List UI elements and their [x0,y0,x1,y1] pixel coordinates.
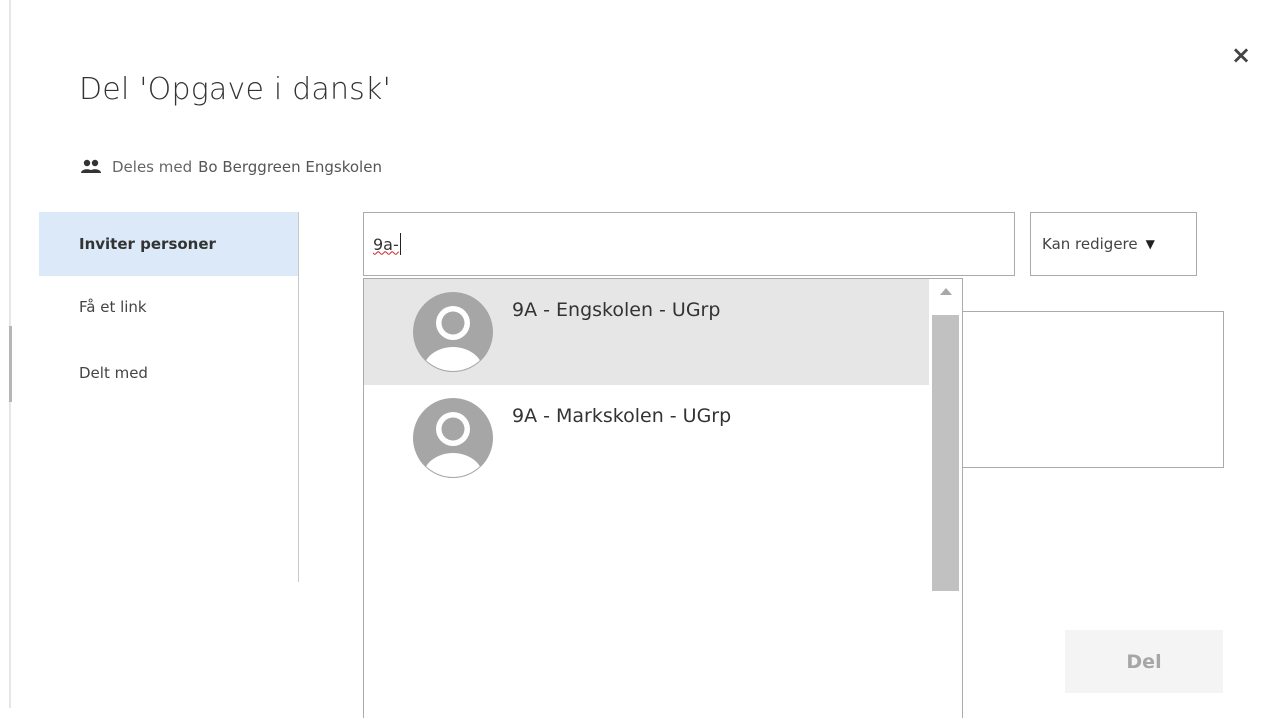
suggestion-item[interactable]: 9A - Markskolen - UGrp [364,385,929,491]
nav-item-label: Delt med [79,364,148,382]
nav-item-get-link[interactable]: Få et link [39,298,299,332]
nav-divider [298,212,299,582]
search-input-value: 9a- [373,234,399,254]
scrollbar-thumb[interactable] [932,315,959,591]
scroll-up-arrow-icon[interactable] [940,288,952,295]
suggestion-name: 9A - Engskolen - UGrp [512,299,721,321]
nav-item-label: Få et link [79,298,147,316]
message-textarea[interactable] [960,311,1224,468]
share-button[interactable]: Del [1065,630,1223,693]
nav-item-shared-with[interactable]: Delt med [39,364,299,398]
person-avatar-icon [413,292,493,372]
left-edge-resize-handle[interactable] [9,326,12,402]
shared-owner-name: Bo Berggreen Engskolen [198,158,382,176]
dropdown-arrow-icon: ▼ [1145,237,1155,251]
permission-dropdown[interactable]: Kan redigere ▼ [1030,212,1197,276]
people-icon [81,159,101,173]
close-icon: × [1230,41,1252,69]
nav-item-invite-people[interactable]: Inviter personer [39,212,299,276]
close-button[interactable]: × [1228,42,1254,68]
dialog-title: Del 'Opgave i dansk' [79,72,392,107]
text-caret [399,233,401,255]
suggestions-dropdown: 9A - Engskolen - UGrp 9A - Markskolen - … [363,278,963,718]
permission-selected-value: Kan redigere [1042,235,1138,253]
invite-search-input[interactable]: 9a- [363,212,1015,276]
side-nav: Inviter personer Få et link Delt med [39,212,299,398]
suggestion-name: 9A - Markskolen - UGrp [512,405,732,427]
suggestions-scrollbar[interactable] [929,279,962,718]
suggestion-item[interactable]: 9A - Engskolen - UGrp [364,279,929,385]
nav-item-label: Inviter personer [79,235,216,253]
person-avatar-icon [413,398,493,478]
shared-with-row: Deles med Bo Berggreen Engskolen [80,158,382,176]
shared-with-label: Deles med [112,158,193,176]
